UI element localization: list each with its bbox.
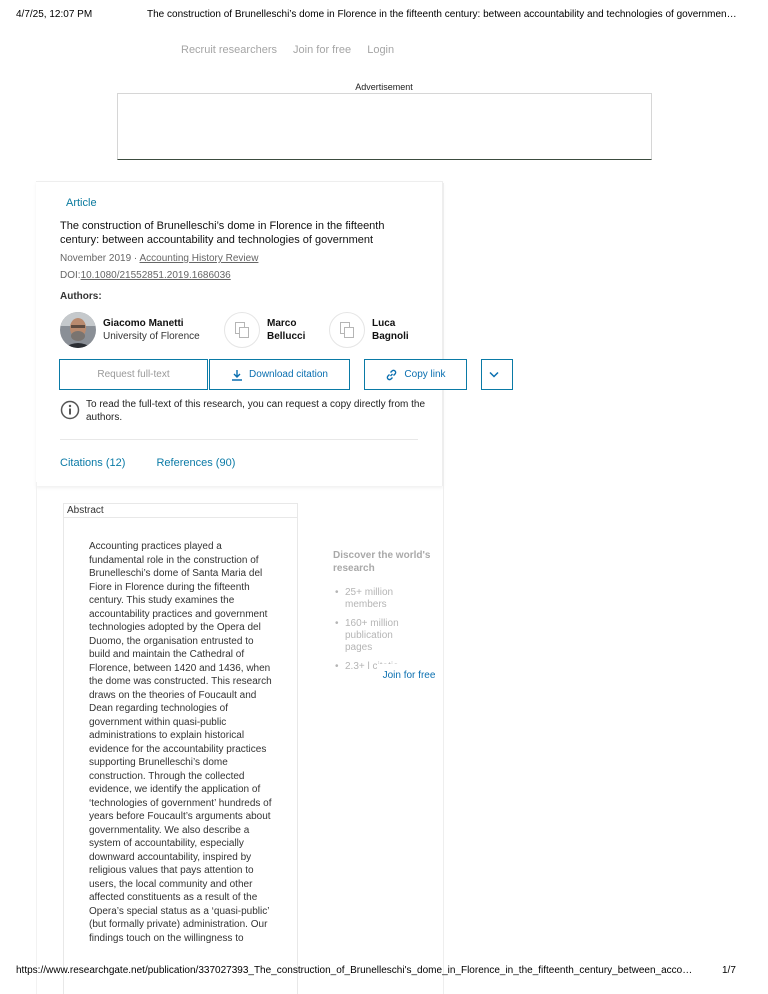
author-giacomo-manetti[interactable]: Giacomo Manetti University of Florence xyxy=(60,312,200,348)
card-border-left xyxy=(36,482,37,994)
author-name[interactable]: Marco Bellucci xyxy=(267,317,319,343)
list-item: 160+ million publication pages xyxy=(333,618,403,654)
request-full-text-button[interactable]: Request full-text xyxy=(59,359,208,390)
author-name[interactable]: Luca Bagnoli xyxy=(372,317,422,343)
print-url: https://www.researchgate.net/publication… xyxy=(16,965,693,976)
author-affiliation: University of Florence xyxy=(103,331,200,342)
tab-citations[interactable]: Citations (12) xyxy=(60,457,125,469)
print-doc-title: The construction of Brunelleschi’s dome … xyxy=(147,9,737,20)
doi-line: DOI:10.1080/21552851.2019.1686036 xyxy=(60,270,231,281)
print-header: 4/7/25, 12:07 PM The construction of Bru… xyxy=(0,9,768,25)
article-title: The construction of Brunelleschi’s dome … xyxy=(60,220,385,246)
full-text-notice: To read the full-text of this research, … xyxy=(60,398,430,424)
abstract-text: Accounting practices played a fundamenta… xyxy=(89,541,272,944)
divider xyxy=(60,439,418,440)
author-luca-bagnoli[interactable]: Luca Bagnoli xyxy=(329,312,422,348)
print-date: 4/7/25, 12:07 PM xyxy=(16,9,93,20)
profile-placeholder-icon[interactable] xyxy=(224,312,260,348)
doi-prefix: DOI: xyxy=(60,270,81,281)
list-item: 25+ million members xyxy=(333,587,403,611)
download-citation-label: Download citation xyxy=(249,369,328,380)
abstract-panel: Abstract Accounting practices played a f… xyxy=(63,503,298,994)
advertisement-box[interactable] xyxy=(117,93,652,160)
author-marco-bellucci[interactable]: Marco Bellucci xyxy=(224,312,319,348)
article-meta: November 2019 · Accounting History Revie… xyxy=(60,253,258,264)
more-options-button[interactable] xyxy=(481,359,513,390)
download-citation-button[interactable]: Download citation xyxy=(209,359,350,390)
discover-title: Discover the world's research xyxy=(333,550,431,574)
author-photo[interactable] xyxy=(60,312,96,348)
notice-text: To read the full-text of this research, … xyxy=(86,399,426,423)
page-number: 1/7 xyxy=(722,965,736,976)
discover-list: 25+ million members 160+ million publica… xyxy=(333,587,443,673)
tabs: Citations (12) References (90) xyxy=(60,457,263,469)
copy-link-label: Copy link xyxy=(404,369,446,380)
discover-panel: Discover the world's research 25+ millio… xyxy=(333,549,443,680)
abstract-header: Abstract xyxy=(64,503,297,518)
article-type-label: Article xyxy=(66,197,97,209)
publication-date: November 2019 · xyxy=(60,253,140,264)
journal-link[interactable]: Accounting History Review xyxy=(140,253,259,264)
author-name[interactable]: Giacomo Manetti xyxy=(103,317,200,330)
join-for-free-button[interactable]: Join for free xyxy=(377,664,441,686)
copy-link-button[interactable]: Copy link xyxy=(364,359,467,390)
recruit-researchers-link[interactable]: Recruit researchers xyxy=(181,44,277,56)
link-icon xyxy=(387,369,397,380)
join-link[interactable]: Join for free xyxy=(293,44,351,56)
info-icon xyxy=(60,400,80,420)
chevron-down-icon xyxy=(489,371,499,378)
tab-references[interactable]: References (90) xyxy=(156,457,235,469)
authors-label: Authors: xyxy=(60,291,102,302)
advertisement-label: Advertisement xyxy=(355,82,413,92)
card-border-right xyxy=(443,183,444,994)
top-nav: Recruit researchers Join for free Login xyxy=(181,44,407,56)
profile-placeholder-icon[interactable] xyxy=(329,312,365,348)
download-icon xyxy=(232,369,243,381)
doi-link[interactable]: 10.1080/21552851.2019.1686036 xyxy=(81,270,231,281)
login-link[interactable]: Login xyxy=(367,44,394,56)
